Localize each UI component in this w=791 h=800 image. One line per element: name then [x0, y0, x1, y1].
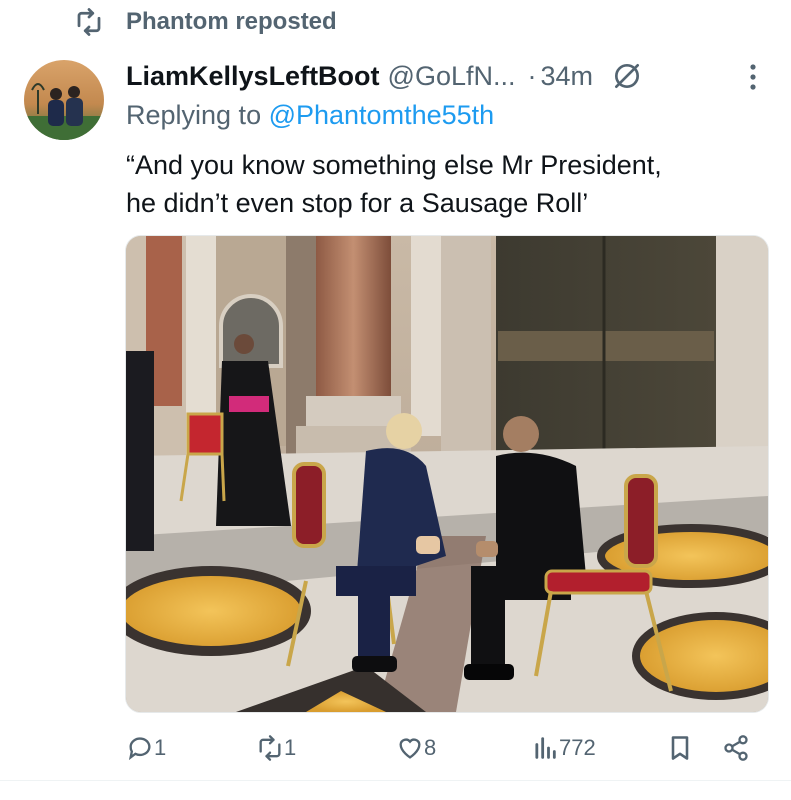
repost-label: Phantom reposted — [126, 8, 337, 35]
avatar[interactable] — [24, 60, 104, 140]
tweet-text-line: “And you know something else Mr Presiden… — [126, 150, 662, 180]
reply-icon — [128, 737, 151, 761]
repost-icon — [77, 8, 101, 36]
muted-conversation-icon[interactable] — [611, 60, 643, 92]
media-photo — [126, 236, 768, 712]
tweet-header: LiamKellysLeftBoot @GoLfN... · 34m — [126, 56, 771, 96]
divider — [0, 780, 791, 781]
bookmark-button[interactable] — [666, 728, 694, 768]
user-handle[interactable]: @GoLfN... — [388, 61, 516, 92]
share-button[interactable] — [722, 728, 750, 768]
reply-count: 1 — [154, 735, 167, 760]
repost-count: 1 — [284, 735, 297, 760]
views-button[interactable]: 772 — [531, 728, 596, 768]
replying-prefix: Replying to — [126, 100, 269, 130]
repost-header[interactable]: Phantom reposted — [74, 6, 337, 38]
display-name[interactable]: LiamKellysLeftBoot — [126, 61, 380, 92]
tweet-text: “And you know something else Mr Presiden… — [126, 146, 766, 222]
like-button[interactable]: 8 — [396, 728, 436, 768]
separator-dot: · — [527, 60, 537, 91]
replying-to: Replying to @Phantomthe55th — [126, 100, 494, 131]
replying-to-link[interactable]: @Phantomthe55th — [269, 100, 495, 130]
avatar-image — [24, 60, 104, 140]
tweet-media-image[interactable] — [125, 235, 769, 713]
timestamp[interactable]: 34m — [541, 61, 594, 92]
view-count: 772 — [559, 735, 596, 760]
like-count: 8 — [424, 735, 437, 760]
analytics-icon — [535, 737, 556, 759]
heart-icon — [399, 738, 421, 759]
share-icon — [724, 735, 748, 761]
more-options-icon[interactable] — [749, 62, 757, 92]
repost-icon — [259, 735, 281, 761]
bookmark-icon — [671, 736, 689, 760]
tweet-text-line: he didn’t even stop for a Sausage Roll’ — [126, 188, 589, 218]
reply-button[interactable]: 1 — [126, 728, 166, 768]
repost-button[interactable]: 1 — [256, 728, 296, 768]
tweet-action-bar: 1 1 8 772 — [126, 728, 756, 768]
